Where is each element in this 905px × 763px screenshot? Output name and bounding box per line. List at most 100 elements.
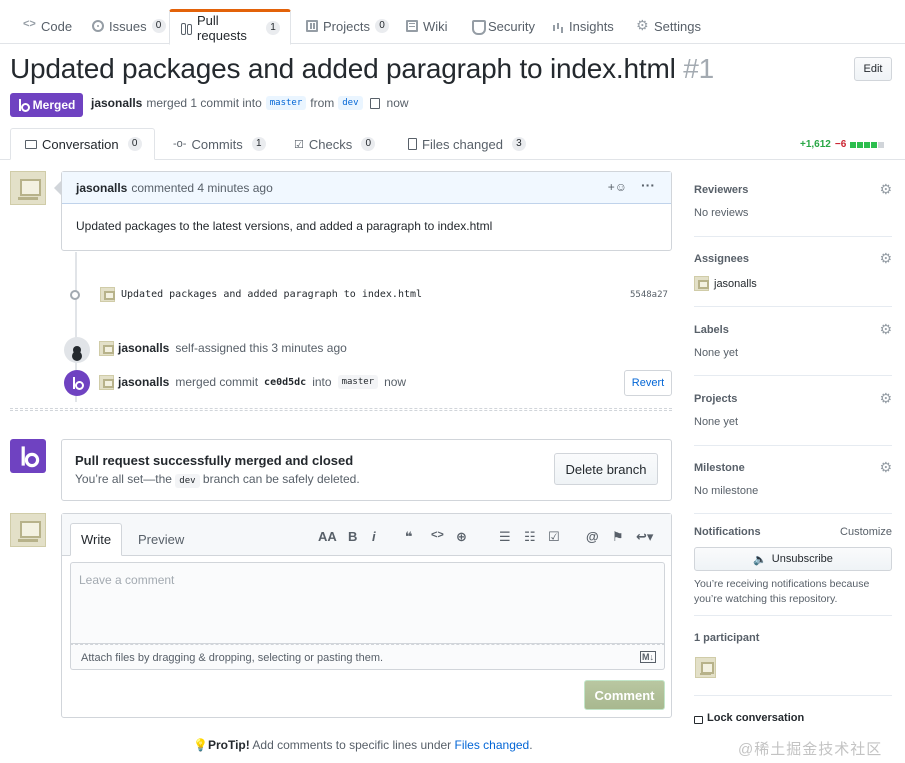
divider bbox=[694, 375, 892, 376]
tab-commits[interactable]: -o- Commits 1 bbox=[173, 128, 266, 160]
merge-event-icon bbox=[64, 370, 90, 396]
notification-reason: You’re receiving notifications because y… bbox=[694, 578, 870, 606]
new-comment-form: Write Preview AA B i ❝ <> ⊕ ☰ ☷ ☑ @ ⚑ ↩▾… bbox=[61, 513, 672, 718]
bold-icon[interactable]: B bbox=[348, 529, 357, 544]
comment-body: Updated packages to the latest versions,… bbox=[76, 219, 493, 233]
sidebar-labels: Labels ⚙ None yet bbox=[694, 321, 892, 359]
unordered-list-icon[interactable]: ☰ bbox=[499, 529, 511, 545]
tab-checks[interactable]: ☑ Checks 0 bbox=[294, 128, 376, 160]
pr-description-comment: jasonalls commented 4 minutes ago +☺ ···… bbox=[61, 171, 672, 251]
pull-requests-count: 1 bbox=[266, 21, 280, 35]
merge-target-branch[interactable]: master bbox=[337, 375, 379, 389]
edit-button[interactable]: Edit bbox=[854, 57, 892, 81]
tab-projects[interactable]: Projects 0 bbox=[302, 8, 393, 44]
shield-icon bbox=[471, 20, 486, 35]
diffstat-bar bbox=[850, 141, 885, 148]
gear-icon[interactable]: ⚙ bbox=[879, 459, 892, 476]
merge-commit-sha[interactable]: ce0d5dc bbox=[264, 377, 306, 388]
code-icon bbox=[23, 18, 36, 32]
pr-number: #1 bbox=[683, 53, 714, 84]
issue-icon bbox=[92, 20, 104, 32]
divider bbox=[694, 306, 892, 307]
gear-icon[interactable]: ⚙ bbox=[879, 321, 892, 338]
book-icon bbox=[406, 20, 418, 32]
pull-request-icon bbox=[180, 22, 192, 35]
bookmark-icon[interactable]: ⚑ bbox=[612, 529, 624, 545]
lightbulb-icon: 💡 bbox=[193, 738, 208, 752]
gear-icon bbox=[636, 17, 649, 34]
tab-wiki[interactable]: Wiki bbox=[402, 8, 452, 44]
lock-icon bbox=[694, 716, 703, 724]
lock-conversation[interactable]: Lock conversation bbox=[694, 712, 892, 724]
link-icon[interactable]: ⊕ bbox=[456, 529, 467, 545]
commit-message-link[interactable]: Updated packages and added paragraph to … bbox=[121, 289, 422, 300]
merged-state-badge: Merged bbox=[10, 93, 83, 117]
timeline-divider bbox=[10, 408, 672, 411]
comment-submit-button[interactable]: Comment bbox=[584, 680, 665, 710]
tab-issues[interactable]: Issues 0 bbox=[88, 8, 170, 44]
comment-author[interactable]: jasonalls bbox=[76, 181, 127, 195]
revert-button[interactable]: Revert bbox=[624, 370, 672, 396]
diffstat: +1,612 −6 bbox=[800, 139, 885, 150]
avatar[interactable] bbox=[99, 341, 114, 356]
graph-icon bbox=[552, 20, 564, 32]
gear-icon[interactable]: ⚙ bbox=[879, 181, 892, 198]
mute-icon: 🔈 bbox=[753, 553, 767, 566]
head-branch[interactable]: dev bbox=[338, 96, 363, 110]
divider bbox=[694, 236, 892, 237]
avatar[interactable] bbox=[10, 171, 46, 205]
more-options-icon[interactable]: ··· bbox=[641, 177, 655, 193]
comment-icon bbox=[25, 139, 37, 149]
gear-icon[interactable]: ⚙ bbox=[879, 250, 892, 267]
commit-node-icon bbox=[70, 290, 80, 300]
tab-settings[interactable]: Settings bbox=[633, 8, 705, 44]
tab-write[interactable]: Write bbox=[70, 523, 123, 556]
comment-textarea[interactable]: Leave a comment bbox=[70, 562, 665, 644]
quote-icon[interactable]: ❝ bbox=[405, 529, 413, 545]
add-reaction-icon[interactable]: +☺ bbox=[608, 180, 627, 194]
reply-icon[interactable]: ↩▾ bbox=[636, 529, 653, 545]
editor-tabs: Write Preview AA B i ❝ <> ⊕ ☰ ☷ ☑ @ ⚑ ↩▾ bbox=[62, 514, 671, 556]
unsubscribe-button[interactable]: 🔈 Unsubscribe bbox=[694, 547, 892, 571]
comment-time: commented 4 minutes ago bbox=[131, 180, 273, 195]
delete-branch-button[interactable]: Delete branch bbox=[554, 453, 658, 485]
tab-conversation[interactable]: Conversation 0 bbox=[10, 128, 155, 160]
task-list-icon[interactable]: ☑ bbox=[548, 529, 560, 545]
divider bbox=[694, 513, 892, 514]
customize-link[interactable]: Customize bbox=[840, 526, 892, 538]
ordered-list-icon[interactable]: ☷ bbox=[524, 529, 536, 545]
additions-count: +1,612 bbox=[800, 139, 831, 150]
copy-icon[interactable] bbox=[369, 97, 380, 109]
avatar[interactable] bbox=[694, 276, 709, 291]
file-diff-icon bbox=[408, 138, 417, 150]
heading-icon[interactable]: AA bbox=[318, 529, 337, 544]
pr-tabs: Conversation 0 -o- Commits 1 ☑ Checks 0 Files… bbox=[0, 128, 905, 160]
commit-sha-link[interactable]: 5548a27 bbox=[630, 290, 668, 300]
attach-files-area[interactable]: Attach files by dragging & dropping, sel… bbox=[70, 644, 665, 670]
gear-icon[interactable]: ⚙ bbox=[879, 390, 892, 407]
base-branch[interactable]: master bbox=[265, 96, 307, 110]
tab-insights[interactable]: Insights bbox=[548, 8, 618, 44]
tab-security[interactable]: Security bbox=[467, 8, 539, 44]
tab-files-changed[interactable]: Files changed 3 bbox=[408, 128, 526, 160]
tab-code[interactable]: Code bbox=[20, 8, 76, 44]
sidebar-notifications: Notifications Customize 🔈 Unsubscribe You… bbox=[694, 526, 892, 607]
italic-icon[interactable]: i bbox=[372, 529, 376, 544]
checklist-icon: ☑ bbox=[294, 138, 304, 151]
files-changed-link[interactable]: Files changed bbox=[455, 738, 530, 752]
sidebar-milestone: Milestone ⚙ No milestone bbox=[694, 459, 892, 497]
tab-preview[interactable]: Preview bbox=[128, 523, 194, 556]
markdown-icon: M↓ bbox=[640, 651, 656, 663]
commit-icon: -o- bbox=[173, 138, 187, 150]
avatar[interactable] bbox=[100, 287, 115, 302]
code-icon[interactable]: <> bbox=[431, 529, 444, 541]
sidebar-reviewers: Reviewers ⚙ No reviews bbox=[694, 181, 892, 219]
deletions-count: −6 bbox=[834, 139, 847, 150]
avatar[interactable] bbox=[10, 513, 46, 547]
avatar[interactable] bbox=[99, 375, 114, 390]
author-link[interactable]: jasonalls bbox=[91, 96, 142, 110]
person-icon bbox=[64, 337, 90, 363]
tab-pull-requests[interactable]: Pull requests 1 bbox=[169, 9, 291, 45]
mention-icon[interactable]: @ bbox=[586, 529, 599, 544]
participant-avatar[interactable] bbox=[695, 657, 716, 678]
